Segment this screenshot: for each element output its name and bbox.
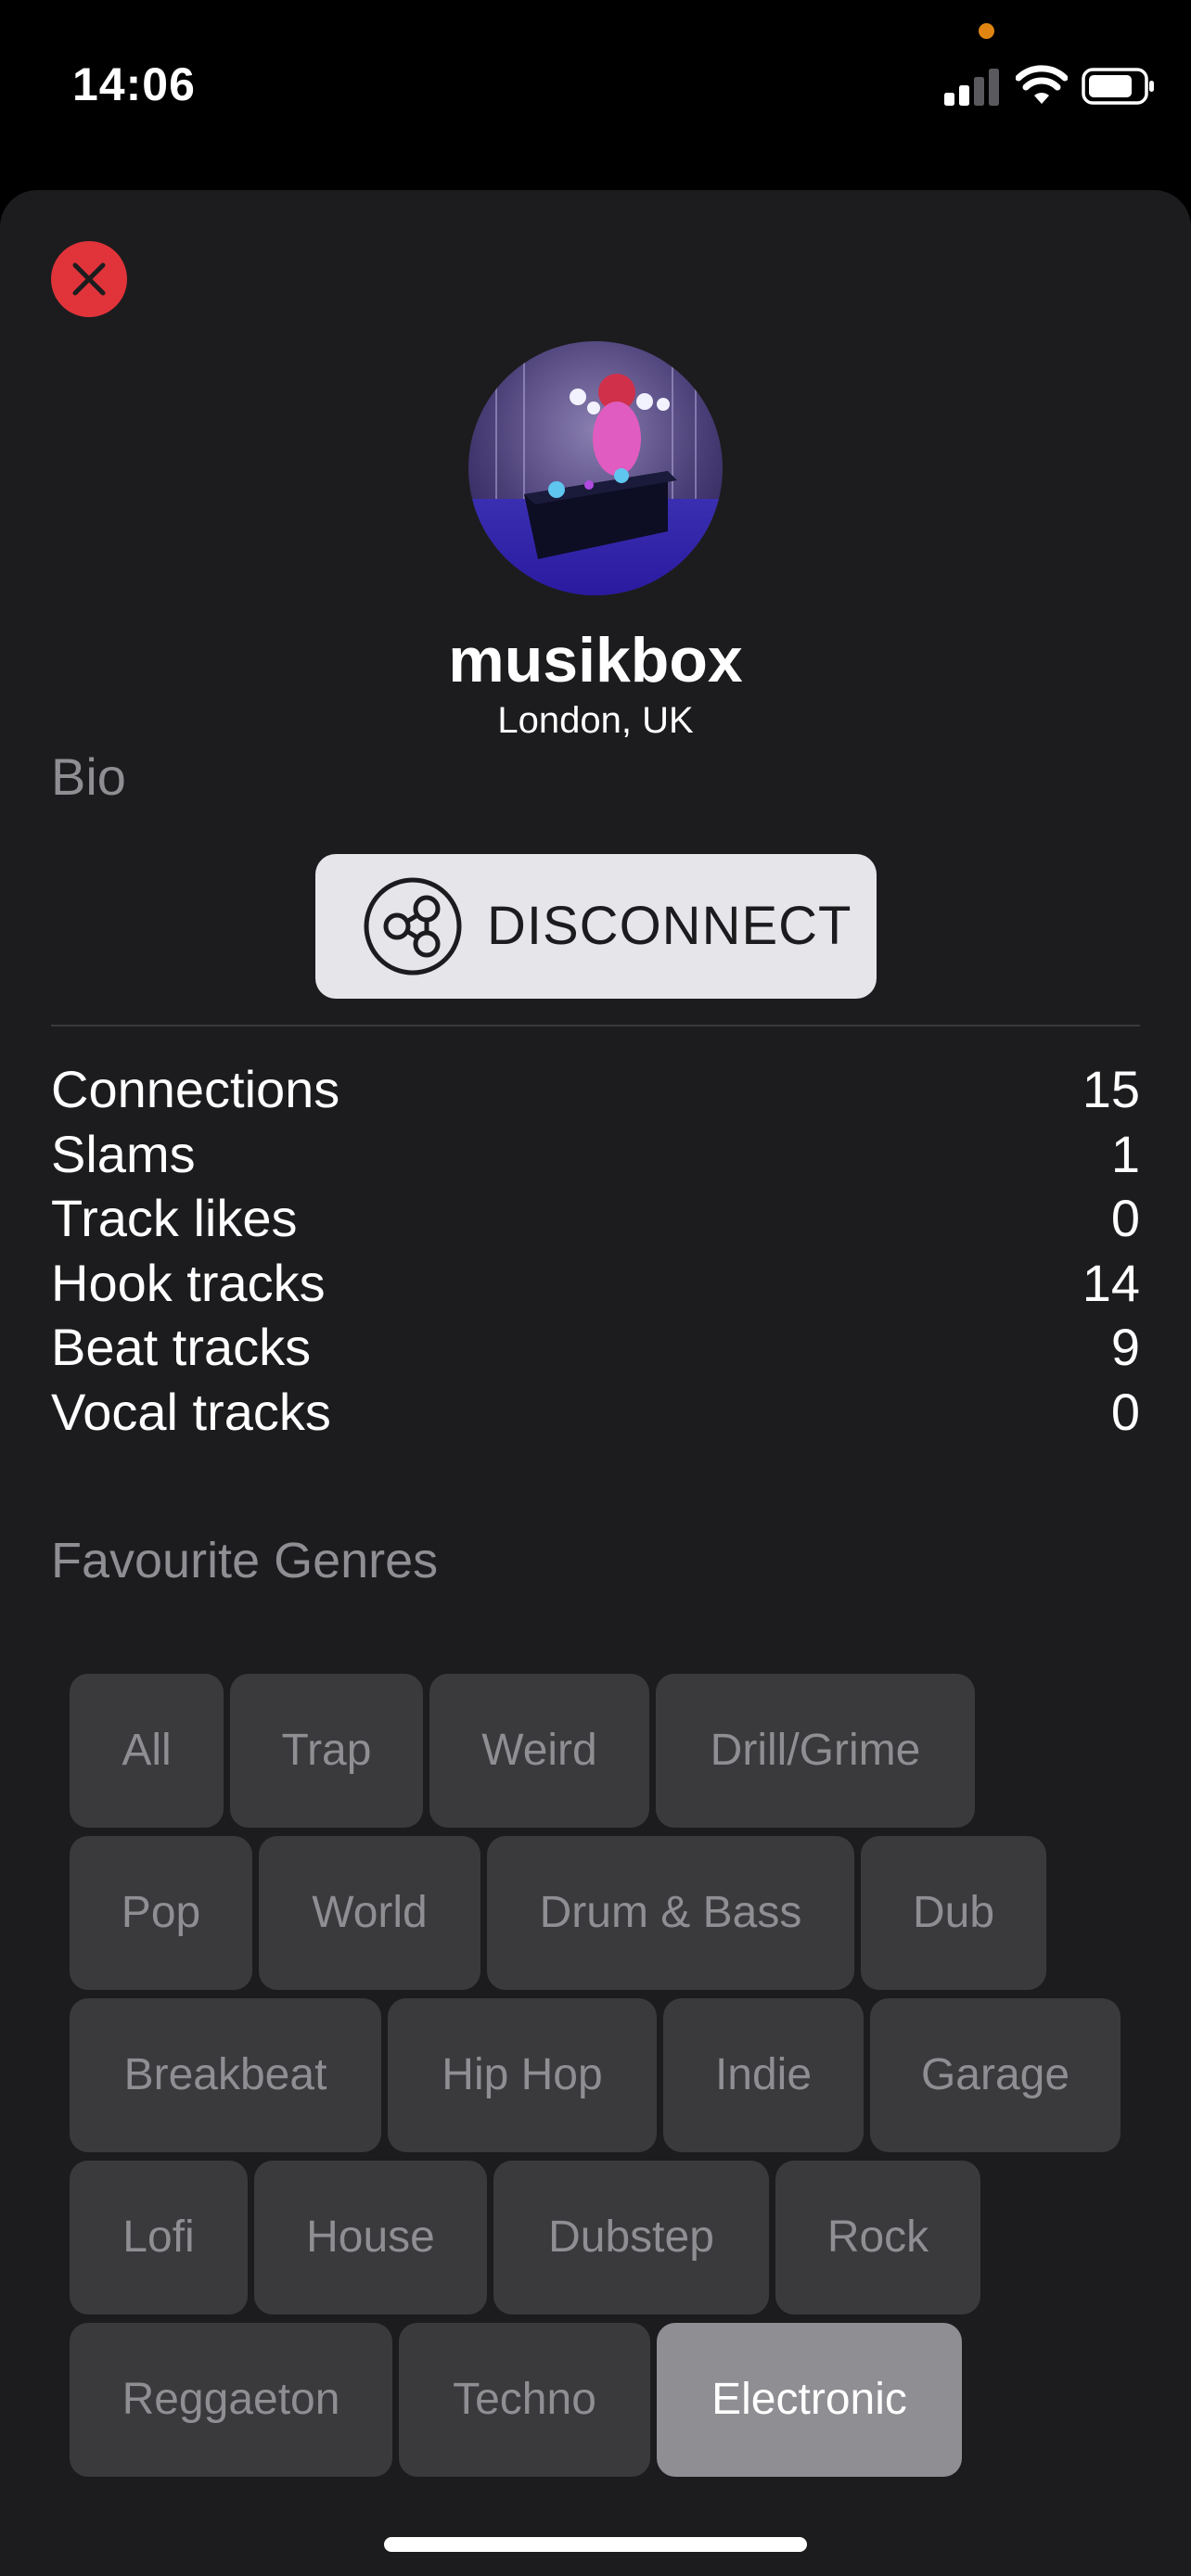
profile-sheet: musikbox London, UK Bio DISCONNECT Conne… <box>0 190 1191 2576</box>
genre-row: Reggaeton Techno Electronic <box>70 2323 1127 2477</box>
bio-label: Bio <box>51 747 126 806</box>
privacy-indicator-dot <box>979 23 994 39</box>
stat-label: Slams <box>51 1124 196 1183</box>
genre-chip-pop[interactable]: Pop <box>70 1836 252 1990</box>
close-button[interactable] <box>51 241 127 317</box>
genre-chip-grid: All Trap Weird Drill/Grime Pop World Dru… <box>70 1674 1127 2485</box>
genre-chip-house[interactable]: House <box>254 2161 487 2315</box>
genre-row: All Trap Weird Drill/Grime <box>70 1674 1127 1828</box>
status-bar: 14:06 <box>0 0 1191 185</box>
genre-row: Lofi House Dubstep Rock <box>70 2161 1127 2315</box>
stat-value: 14 <box>1082 1253 1140 1312</box>
username: musikbox <box>448 625 743 695</box>
wifi-icon <box>1016 65 1068 104</box>
disconnect-label: DISCONNECT <box>487 896 852 956</box>
connection-nodes-icon <box>364 877 462 976</box>
genre-chip-dubstep[interactable]: Dubstep <box>493 2161 769 2315</box>
genre-chip-dub[interactable]: Dub <box>861 1836 1046 1990</box>
genre-chip-drill-grime[interactable]: Drill/Grime <box>656 1674 975 1828</box>
stat-row-track-likes: Track likes 0 <box>51 1186 1140 1251</box>
close-icon <box>72 262 106 296</box>
divider <box>51 1025 1140 1027</box>
genre-chip-rock[interactable]: Rock <box>775 2161 980 2315</box>
genre-chip-reggaeton[interactable]: Reggaeton <box>70 2323 392 2477</box>
genre-chip-trap[interactable]: Trap <box>230 1674 423 1828</box>
stat-row-connections: Connections 15 <box>51 1057 1140 1122</box>
battery-icon <box>1082 68 1154 105</box>
cellular-signal-icon <box>944 69 999 106</box>
genre-chip-lofi[interactable]: Lofi <box>70 2161 248 2315</box>
stat-value: 0 <box>1110 1382 1140 1441</box>
genre-chip-drum-and-bass[interactable]: Drum & Bass <box>487 1836 854 1990</box>
home-indicator[interactable] <box>384 2537 807 2552</box>
genre-chip-breakbeat[interactable]: Breakbeat <box>70 1998 381 2152</box>
stat-label: Vocal tracks <box>51 1382 331 1441</box>
avatar-image <box>468 341 723 595</box>
avatar <box>468 341 723 595</box>
location: London, UK <box>497 700 694 741</box>
stat-row-vocal-tracks: Vocal tracks 0 <box>51 1380 1140 1445</box>
stat-row-beat-tracks: Beat tracks 9 <box>51 1315 1140 1380</box>
genre-chip-electronic[interactable]: Electronic <box>657 2323 962 2477</box>
stat-value: 1 <box>1110 1124 1140 1183</box>
stat-row-slams: Slams 1 <box>51 1122 1140 1187</box>
genre-chip-garage[interactable]: Garage <box>870 1998 1121 2152</box>
genre-row: Breakbeat Hip Hop Indie Garage <box>70 1998 1127 2152</box>
genre-chip-all[interactable]: All <box>70 1674 224 1828</box>
genre-chip-world[interactable]: World <box>259 1836 480 1990</box>
stat-value: 0 <box>1110 1189 1140 1247</box>
stat-label: Connections <box>51 1060 340 1118</box>
stat-label: Track likes <box>51 1189 298 1247</box>
stat-label: Beat tracks <box>51 1318 312 1376</box>
genre-row: Pop World Drum & Bass Dub <box>70 1836 1127 1990</box>
stats-list: Connections 15 Slams 1 Track likes 0 Hoo… <box>51 1057 1140 1444</box>
genre-chip-indie[interactable]: Indie <box>663 1998 864 2152</box>
genre-chip-techno[interactable]: Techno <box>399 2323 650 2477</box>
favourite-genres-title: Favourite Genres <box>51 1533 439 1588</box>
status-time: 14:06 <box>72 58 196 110</box>
stat-value: 15 <box>1082 1060 1140 1118</box>
disconnect-button[interactable]: DISCONNECT <box>315 854 877 999</box>
genre-chip-weird[interactable]: Weird <box>429 1674 649 1828</box>
stat-row-hook-tracks: Hook tracks 14 <box>51 1251 1140 1316</box>
genre-chip-hip-hop[interactable]: Hip Hop <box>388 1998 657 2152</box>
stat-label: Hook tracks <box>51 1253 326 1312</box>
stat-value: 9 <box>1110 1318 1140 1376</box>
